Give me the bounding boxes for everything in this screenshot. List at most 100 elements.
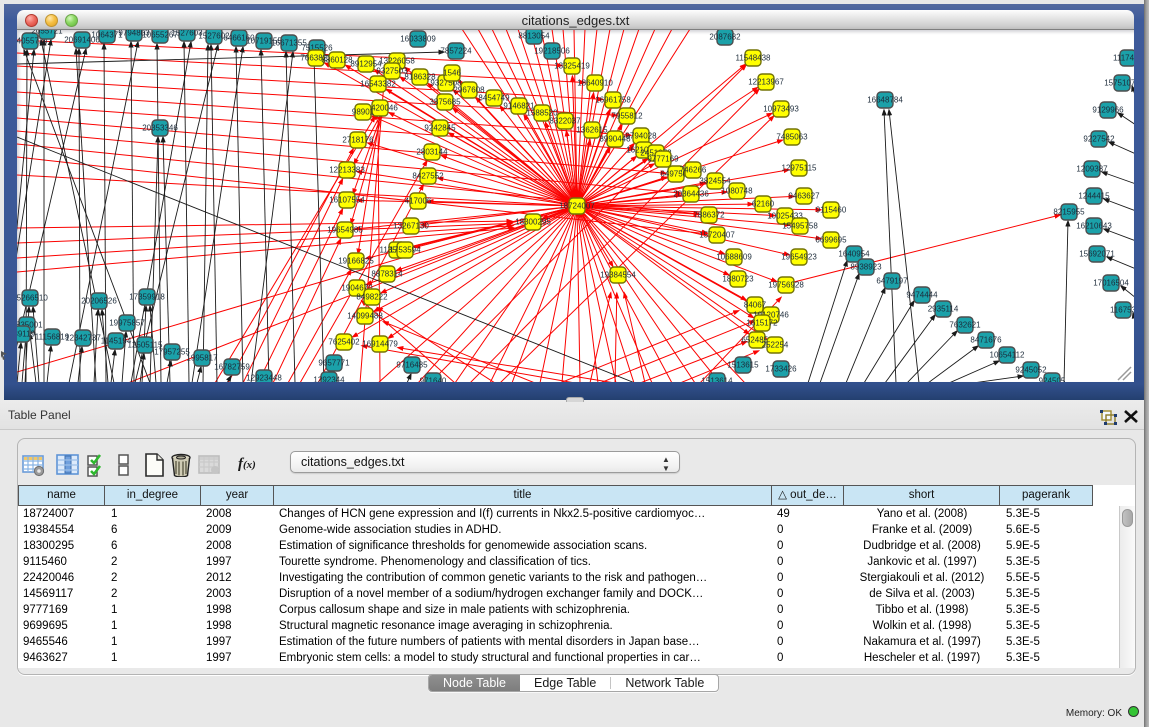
svg-text:10973493: 10973493 <box>763 105 799 114</box>
svg-text:19975857: 19975857 <box>109 319 145 328</box>
svg-text:9777169: 9777169 <box>647 155 679 164</box>
svg-text:8427552: 8427552 <box>412 172 444 181</box>
svg-text:20353346: 20353346 <box>142 124 178 133</box>
svg-text:7955812: 7955812 <box>611 112 643 121</box>
svg-text:8215955: 8215955 <box>1053 208 1085 217</box>
svg-text:2935114: 2935114 <box>928 305 959 314</box>
svg-text:17016504: 17016504 <box>1093 279 1129 288</box>
svg-text:1362615: 1362615 <box>576 126 608 135</box>
svg-text:1880723: 1880723 <box>722 275 754 284</box>
svg-text:2055721: 2055721 <box>31 30 63 36</box>
svg-text:7857224: 7857224 <box>440 47 472 56</box>
svg-text:12342737: 12342737 <box>65 334 101 343</box>
svg-text:8938923: 8938923 <box>850 263 882 272</box>
svg-text:25266510: 25266510 <box>17 294 48 303</box>
svg-text:19218506: 19218506 <box>534 47 570 56</box>
svg-text:19384554: 19384554 <box>600 271 636 280</box>
svg-text:8860128: 8860128 <box>321 56 353 65</box>
svg-text:10654112: 10654112 <box>990 351 1026 360</box>
svg-text:8878314: 8878314 <box>371 270 403 279</box>
svg-text:15692071: 15692071 <box>1079 250 1115 259</box>
svg-text:16961758: 16961758 <box>595 96 631 105</box>
svg-text:98901: 98901 <box>352 108 375 117</box>
svg-text:9794028: 9794028 <box>625 132 657 141</box>
svg-text:20206526: 20206526 <box>81 297 117 306</box>
svg-text:924505: 924505 <box>1039 377 1066 383</box>
svg-text:1753594: 1753594 <box>389 246 421 255</box>
svg-text:9463627: 9463627 <box>788 192 820 201</box>
svg-text:19654923: 19654923 <box>781 253 817 262</box>
svg-text:1513615: 1513615 <box>727 361 759 370</box>
svg-text:2087682: 2087682 <box>709 33 741 42</box>
svg-text:1292344: 1292344 <box>313 376 345 383</box>
svg-text:7632621: 7632621 <box>949 321 981 330</box>
svg-text:9242845: 9242845 <box>424 124 456 133</box>
svg-text:6479197: 6479197 <box>876 277 908 286</box>
svg-text:8498222: 8498222 <box>356 293 388 302</box>
svg-text:1615172: 1615172 <box>746 319 778 328</box>
svg-text:14099488: 14099488 <box>347 312 383 321</box>
svg-text:16210643: 16210643 <box>1076 222 1112 231</box>
svg-text:12213967: 12213967 <box>748 78 784 87</box>
svg-text:9245052: 9245052 <box>1015 366 1047 375</box>
svg-text:11548438: 11548438 <box>736 54 772 63</box>
svg-text:1117453: 1117453 <box>1113 54 1134 63</box>
svg-text:16782759: 16782759 <box>214 363 250 372</box>
svg-text:19756928: 19756928 <box>768 281 804 290</box>
svg-text:17359918: 17359918 <box>129 293 165 302</box>
svg-text:16543382: 16543382 <box>360 80 396 89</box>
svg-text:10688609: 10688609 <box>716 253 752 262</box>
svg-text:252254: 252254 <box>762 341 789 350</box>
svg-text:116753: 116753 <box>1110 306 1134 315</box>
svg-text:12213383: 12213383 <box>329 166 365 175</box>
svg-text:8813054: 8813054 <box>518 32 550 41</box>
svg-text:1546: 1546 <box>443 69 461 78</box>
svg-text:9129966: 9129966 <box>1092 106 1124 115</box>
svg-text:9474444: 9474444 <box>906 291 938 300</box>
svg-text:1080748: 1080748 <box>721 187 753 196</box>
svg-text:18300295: 18300295 <box>515 218 551 227</box>
svg-text:18724007: 18724007 <box>559 202 595 211</box>
svg-text:17957255: 17957255 <box>154 348 190 357</box>
svg-text:7886372: 7886372 <box>693 211 725 220</box>
svg-text:13267130: 13267130 <box>393 222 429 231</box>
svg-text:1209387: 1209387 <box>1076 165 1108 174</box>
svg-text:15751074: 15751074 <box>1104 79 1134 88</box>
svg-text:20364436: 20364436 <box>673 190 709 199</box>
svg-text:9657771: 9657771 <box>318 359 350 368</box>
svg-text:1244415: 1244415 <box>1078 192 1110 201</box>
svg-text:6699695: 6699695 <box>815 236 847 245</box>
svg-text:8471676: 8471676 <box>970 336 1002 345</box>
svg-text:62160: 62160 <box>752 200 775 209</box>
svg-text:15495758: 15495758 <box>782 222 818 231</box>
svg-text:84067: 84067 <box>744 301 767 310</box>
svg-text:16033809: 16033809 <box>400 35 436 44</box>
svg-text:19166825: 19166825 <box>338 257 374 266</box>
svg-text:1995817: 1995817 <box>186 354 218 363</box>
svg-text:15720407: 15720407 <box>699 231 735 240</box>
svg-text:2718176: 2718176 <box>342 136 374 145</box>
svg-text:9227542: 9227542 <box>1083 135 1115 144</box>
svg-text:7485063: 7485063 <box>776 133 808 142</box>
svg-text:16648784: 16648784 <box>867 96 903 105</box>
svg-text:19654985: 19654985 <box>327 226 363 235</box>
svg-text:7625402: 7625402 <box>328 338 360 347</box>
svg-text:3824554: 3824554 <box>699 177 731 186</box>
svg-text:2803144: 2803144 <box>416 148 448 157</box>
svg-text:417006: 417006 <box>405 197 432 206</box>
svg-text:13325419: 13325419 <box>554 62 590 71</box>
svg-text:1513614: 1513614 <box>701 377 733 383</box>
svg-text:746266: 746266 <box>680 166 707 175</box>
svg-text:9115460: 9115460 <box>816 206 847 215</box>
svg-text:971640: 971640 <box>420 377 447 383</box>
svg-text:9327503: 9327503 <box>376 67 408 76</box>
svg-text:12923448: 12923448 <box>246 374 282 383</box>
svg-text:8322037: 8322037 <box>549 117 581 126</box>
svg-text:16107554: 16107554 <box>329 196 365 205</box>
svg-text:16914479: 16914479 <box>362 340 398 349</box>
svg-text:439119: 439119 <box>17 330 36 339</box>
svg-text:3875685: 3875685 <box>429 98 461 107</box>
svg-text:18640910: 18640910 <box>577 79 613 88</box>
svg-text:12975115: 12975115 <box>782 164 818 173</box>
svg-text:1733426: 1733426 <box>765 365 797 374</box>
